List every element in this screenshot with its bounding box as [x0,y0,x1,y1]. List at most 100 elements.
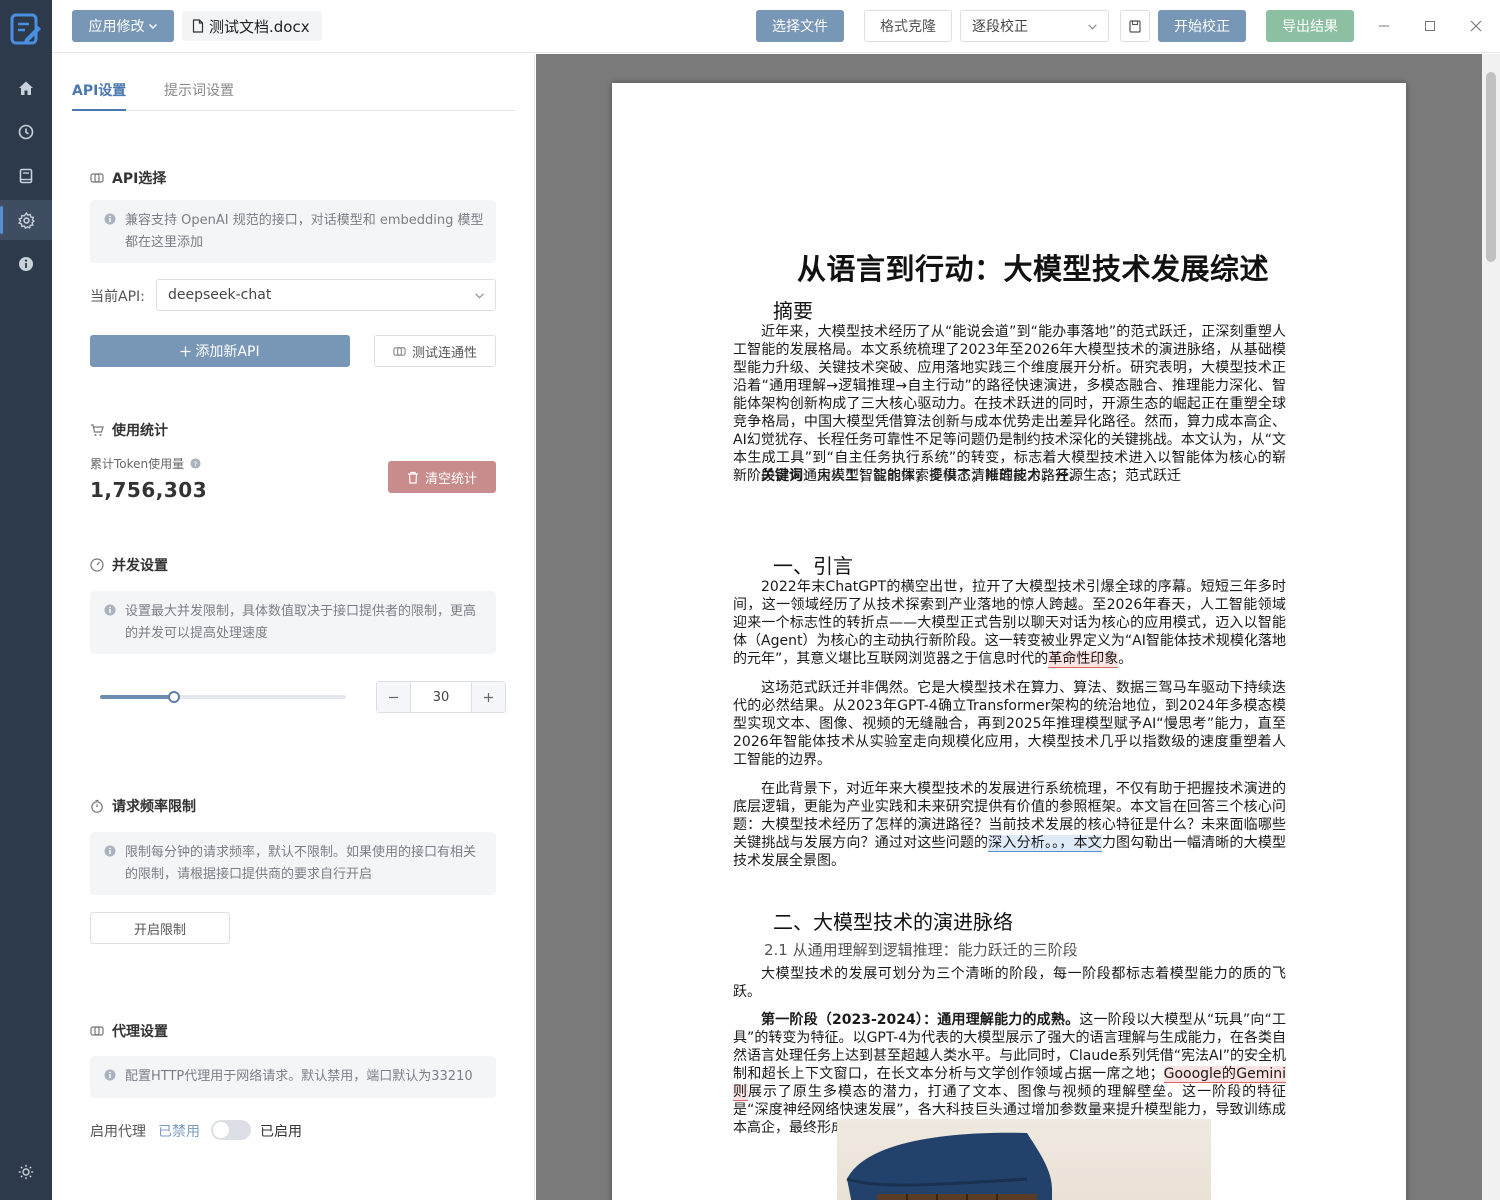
document-image [837,1119,1211,1200]
rate-limit-info-box: 限制每分钟的请求频率，默认不限制。如果使用的接口有相关的限制，请根据接口提供商的… [90,832,496,895]
enable-rate-limit-button[interactable]: 开启限制 [90,912,230,944]
chevron-down-icon [475,293,484,299]
abstract-heading: 摘要 [773,299,813,323]
start-correction-button[interactable]: 开始校正 [1158,10,1246,42]
rate-limit-info-text: 限制每分钟的请求频率，默认不限制。如果使用的接口有相关的限制，请根据接口提供商的… [125,845,477,882]
concurrency-section-label: 并发设置 [112,558,168,574]
proxy-disabled-label: 已禁用 [158,1124,200,1140]
document-scrollbar[interactable] [1482,54,1500,1200]
save-icon [1129,19,1141,33]
correction-highlight[interactable]: 革命性印象 [1048,651,1119,668]
rate-limit-section-label: 请求频率限制 [112,799,196,815]
proxy-section-title: 代理设置 [90,1021,168,1041]
test-connection-button[interactable]: 测试连通性 [374,335,496,367]
top-bar: 应用修改 测试文档.docx 选择文件 格式克隆 逐段校正 开始校正 导出结果 [52,0,1500,53]
stage1-bold: 第一阶段（2023-2024）：通用理解能力的成熟。 [761,1012,1080,1028]
plus-icon [484,692,493,702]
concurrency-stepper: 30 [376,681,506,713]
intro-p1-end: 。 [1118,651,1133,667]
proxy-toggle[interactable] [211,1120,251,1140]
intro-p1-text: 2022年末ChatGPT的横空出世，拉开了大模型技术引爆全球的序幕。短短三年多… [733,579,1286,667]
svg-text:?: ? [194,459,198,468]
current-api-label: 当前API: [90,289,145,305]
document-icon [192,19,204,33]
api-section-title: API选择 [90,168,166,188]
correction-highlight[interactable]: 深入分析。。，本文 [988,835,1102,852]
api-info-box: 兼容支持 OpenAI 规范的接口，对话模型和 embedding 模型都在这里… [90,200,496,263]
file-tab[interactable]: 测试文档.docx [182,11,322,41]
concurrency-section-title: 并发设置 [90,555,168,575]
history-icon[interactable] [0,112,52,152]
enable-proxy-label: 启用代理 [90,1124,146,1140]
info-circle-icon [104,1069,116,1081]
settings-panel: API设置 提示词设置 API选择 兼容支持 OpenAI 规范的接口，对话模型… [52,54,535,1200]
cart-icon [91,424,104,436]
link-icon [393,346,406,356]
covered-cart-illustration [846,1132,1052,1200]
keywords-paragraph: 关键词：大模型；智能体；多模态；推理能力；开源生态；范式跃迁 [733,467,1286,485]
link-icon [90,173,104,183]
add-api-button[interactable]: 添加新API [90,335,350,367]
clear-stats-label: 清空统计 [424,471,477,487]
api-section-label: API选择 [112,171,167,187]
info-circle-icon [104,213,116,225]
intro-paragraph-1: 2022年末ChatGPT的横空出世，拉开了大模型技术引爆全球的序幕。短短三年多… [733,578,1286,668]
api-info-text: 兼容支持 OpenAI 规范的接口，对话模型和 embedding 模型都在这里… [125,213,484,250]
concurrency-value[interactable]: 30 [410,682,472,712]
select-file-button[interactable]: 选择文件 [756,10,844,42]
minimize-icon[interactable] [1372,14,1396,38]
proxy-info-box: 配置HTTP代理用于网络请求。默认禁用，端口默认为33210 [90,1056,496,1098]
section2-heading: 二、大模型技术的演进脉络 [773,910,1013,934]
gauge-icon [90,558,104,572]
concurrency-slider-handle[interactable] [167,691,180,703]
proxy-enabled-label: 已启用 [260,1124,302,1140]
theme-sun-icon[interactable] [0,1152,52,1192]
current-api-value: deepseek-chat [168,287,272,303]
chevron-down-icon [148,24,157,29]
export-button[interactable]: 导出结果 [1266,10,1354,42]
document-preview: 从语言到行动：大模型技术发展综述 摘要 近年来，大模型技术经历了从“能说会道”到… [536,54,1482,1200]
mode-select[interactable]: 逐段校正 [960,10,1109,42]
maximize-icon[interactable] [1418,14,1442,38]
clear-stats-button[interactable]: 清空统计 [388,461,496,493]
close-icon[interactable] [1464,14,1488,38]
save-button[interactable] [1120,10,1150,42]
app-menu-button[interactable]: 应用修改 [72,10,174,42]
concurrency-info-box: 设置最大并发限制，具体数值取决于接口提供者的限制，更高的并发可以提高处理速度 [90,591,496,654]
minus-icon [389,696,398,698]
keywords-text: ：大模型；智能体；多模态；推理能力；开源生态；范式跃迁 [803,468,1181,484]
intro-paragraph-3: 在此背景下，对近年来大模型技术的发展进行系统梳理，不仅有助于把握技术演进的底层逻… [733,780,1286,870]
document-page: 从语言到行动：大模型技术发展综述 摘要 近年来，大模型技术经历了从“能说会道”到… [612,83,1406,1200]
info-circle-icon [104,604,116,616]
help-icon[interactable]: ? [190,458,201,469]
concurrency-slider[interactable] [100,691,346,703]
info-circle-icon [104,845,116,857]
subsection-2-1-heading: 2.1 从通用理解到逻辑推理：能力跃迁的三阶段 [764,941,1078,959]
scrollbar-thumb[interactable] [1486,72,1496,262]
format-clone-button[interactable]: 格式克隆 [864,10,952,42]
rate-limit-section-title: 请求频率限制 [90,796,196,816]
decrement-button[interactable] [377,682,410,712]
add-api-label: 添加新API [195,344,260,360]
settings-icon[interactable] [0,200,52,240]
settings-tabs: API设置 提示词设置 [72,80,515,111]
concurrency-slider-fill [100,695,174,699]
section2-paragraph-1: 大模型技术的发展可划分为三个清晰的阶段，每一阶段都标志着模型能力的质的飞跃。 [733,966,1286,1000]
intro-paragraph-2: 这场范式跃迁并非偶然。它是大模型技术在算力、算法、数据三驾马车驱动下持续迭代的必… [733,680,1286,768]
home-icon[interactable] [0,68,52,108]
plus-icon [180,346,191,356]
increment-button[interactable] [472,682,505,712]
link-icon [90,1026,104,1036]
tab-prompt-settings[interactable]: 提示词设置 [164,80,234,111]
mode-select-value: 逐段校正 [972,19,1028,35]
nav-rail [0,0,52,1200]
file-name: 测试文档.docx [209,17,310,36]
doc-title: 从语言到行动：大模型技术发展综述 [796,252,1269,286]
token-usage-label: 累计Token使用量 ? [90,455,201,472]
section1-heading: 一、引言 [773,554,853,578]
book-icon[interactable] [0,156,52,196]
tab-api-settings[interactable]: API设置 [72,80,127,111]
info-icon[interactable] [0,244,52,284]
app-logo-icon [10,12,42,46]
current-api-select[interactable]: deepseek-chat [156,279,496,311]
